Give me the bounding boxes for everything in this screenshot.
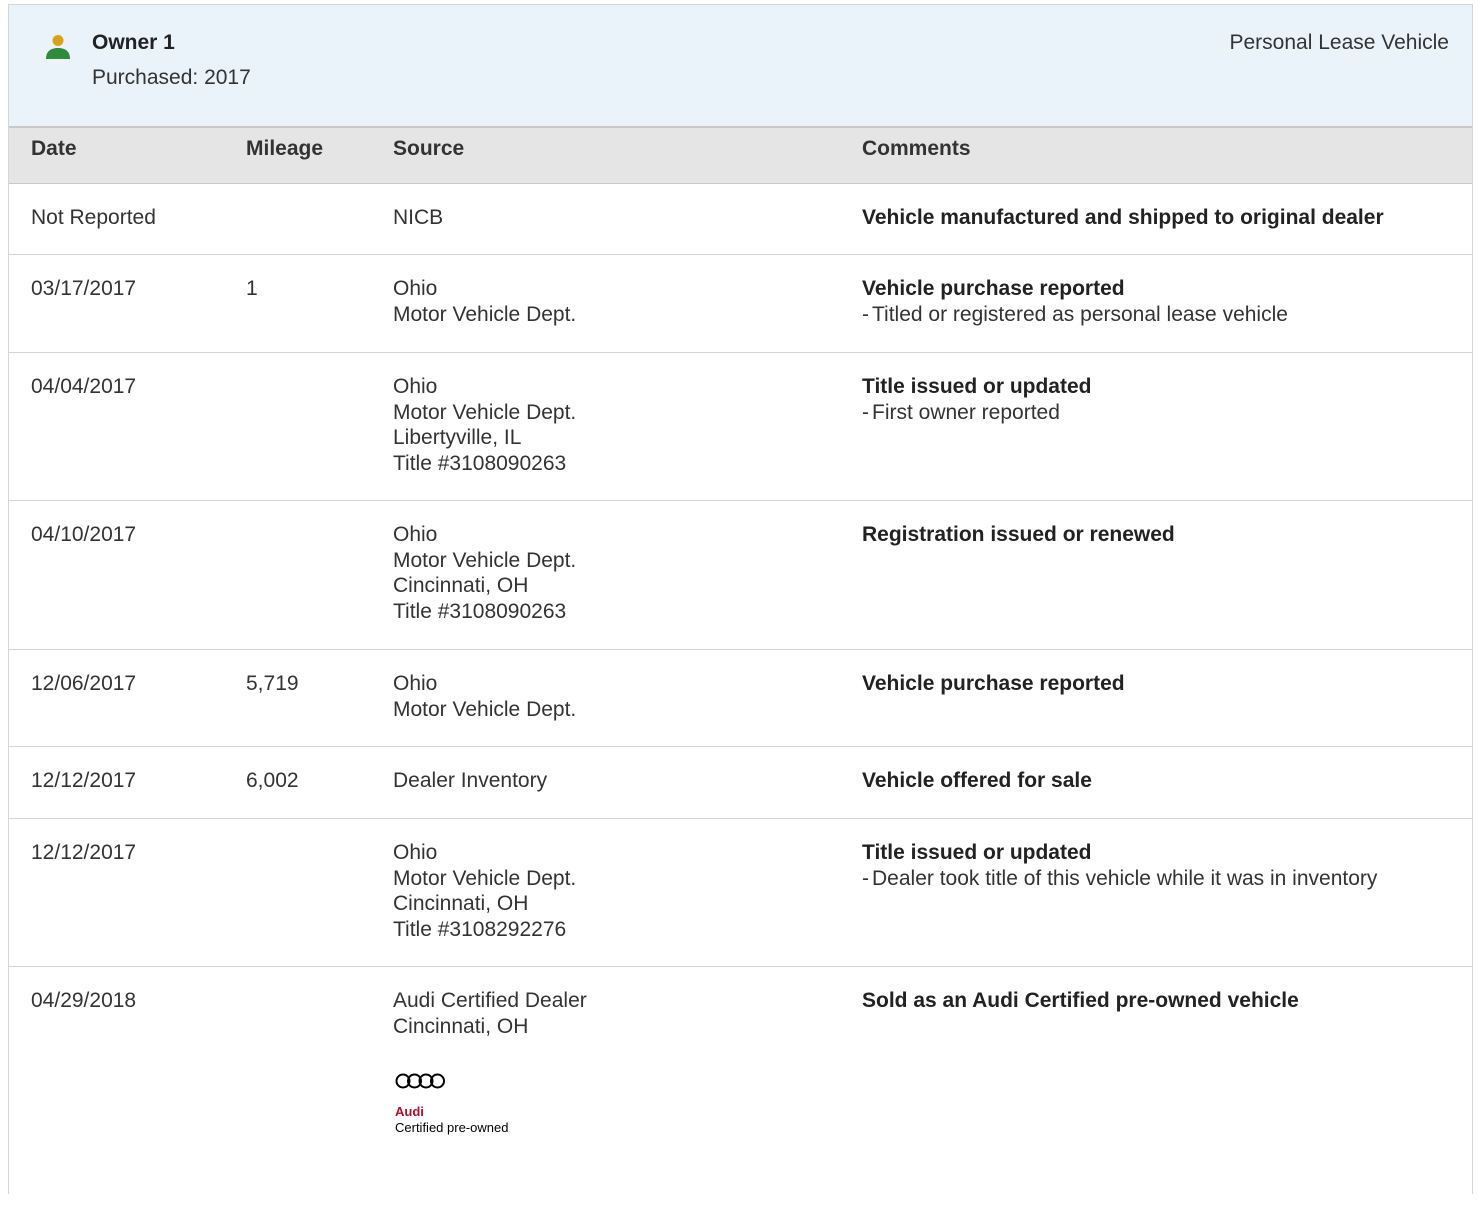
source-line: Motor Vehicle Dept. [393, 400, 577, 424]
source-line: Libertyville, IL [393, 426, 522, 450]
source-line: Cincinnati, OH [393, 1014, 529, 1038]
source-line: Ohio [393, 523, 438, 546]
cell-date: Not Reported [31, 206, 156, 229]
cell-date: 04/29/2018 [31, 989, 137, 1012]
source-line: Motor Vehicle Dept. [393, 697, 577, 721]
cell-comments: Vehicle purchase reportedTitled or regis… [862, 276, 1288, 327]
table-row: 04/10/2017 Ohio Motor Vehicle Dept. Cincinn… [9, 501, 1472, 650]
column-header-source: Source [393, 137, 465, 160]
table-row: 12/12/2017 Ohio Motor Vehicle Dept. Cincinn… [9, 819, 1472, 967]
source-line: Title #3108090263 [393, 599, 567, 623]
source-line: Ohio [393, 841, 438, 864]
comment-title: Vehicle manufactured and shipped to orig… [862, 206, 1384, 229]
comment-detail: First owner reported [862, 400, 1091, 426]
source-line: Title #3108090263 [393, 451, 567, 475]
comment-title: Vehicle purchase reported [862, 277, 1125, 300]
cell-date: 04/10/2017 [31, 523, 137, 546]
cell-mileage: 5,719 [246, 672, 299, 695]
table-row: Not Reported NICB Vehicle manufactured and… [9, 184, 1472, 255]
source-line: Motor Vehicle Dept. [393, 866, 577, 890]
cell-mileage: 1 [246, 277, 258, 300]
badge-label: Certified pre-owned [395, 1120, 509, 1135]
comment-title: Registration issued or renewed [862, 523, 1175, 546]
table-row: 04/04/2017 Ohio Motor Vehicle Dept. Liberty… [9, 353, 1472, 501]
owner-vehicle-type: Personal Lease Vehicle [1229, 31, 1450, 54]
source-line: Motor Vehicle Dept. [393, 302, 577, 326]
column-header-date: Date [31, 137, 77, 160]
cell-source: Ohio Motor Vehicle Dept. Cincinnati, OH Tit… [393, 840, 576, 942]
comment-detail: Dealer took title of this vehicle while … [862, 866, 1377, 892]
source-line: Motor Vehicle Dept. [393, 548, 577, 572]
comment-title: Vehicle offered for sale [862, 769, 1092, 792]
cell-source: Audi Certified Dealer Cincinnati, OH [393, 988, 587, 1039]
audi-certified-badge: Audi Certified pre-owned [395, 1072, 565, 1142]
comment-title: Title issued or updated [862, 375, 1092, 398]
owner-purchased-date: Purchased: 2017 [92, 66, 251, 89]
cell-comments: Vehicle offered for sale [862, 768, 1092, 794]
comment-title: Vehicle purchase reported [862, 672, 1125, 695]
comment-title: Title issued or updated [862, 841, 1092, 864]
source-line: Cincinnati, OH [393, 574, 529, 598]
column-header-mileage: Mileage [246, 137, 324, 160]
cell-source: Ohio Motor Vehicle Dept. Libertyville, IL T… [393, 374, 576, 476]
source-line: Ohio [393, 672, 438, 695]
comment-detail: Titled or registered as personal lease v… [862, 302, 1288, 328]
cell-comments: Sold as an Audi Certified pre-owned vehi… [862, 988, 1299, 1014]
source-line: Title #3108292276 [393, 917, 567, 941]
person-icon [46, 35, 70, 59]
cell-comments: Title issued or updatedDealer took title… [862, 840, 1377, 891]
cell-date: 12/12/2017 [31, 769, 137, 792]
source-line: Cincinnati, OH [393, 892, 529, 916]
cell-source: Dealer Inventory [393, 768, 547, 794]
table-row: 12/12/2017 6,002 Dealer Inventory Vehicle o… [9, 747, 1472, 819]
cell-date: 12/12/2017 [31, 841, 137, 864]
audi-rings-icon [395, 1073, 445, 1089]
cell-date: 03/17/2017 [31, 277, 137, 300]
source-line: NICB [393, 206, 444, 229]
history-table-header: Date Mileage Source Comments [9, 126, 1472, 184]
cell-source: Ohio Motor Vehicle Dept. Cincinnati, OH Tit… [393, 522, 576, 624]
source-line: Audi Certified Dealer [393, 989, 587, 1012]
cell-date: 04/04/2017 [31, 375, 137, 398]
table-row: 04/29/2018 Audi Certified Dealer Cincinnat… [9, 967, 1472, 1207]
cell-comments: Registration issued or renewed [862, 522, 1175, 548]
owner-history-card: Owner 1 Purchased: 2017 Personal Lease V… [8, 4, 1473, 1194]
cell-source: NICB [393, 205, 443, 231]
cell-comments: Vehicle purchase reported [862, 671, 1125, 697]
cell-source: Ohio Motor Vehicle Dept. [393, 671, 576, 722]
table-row: 12/06/2017 5,719 Ohio Motor Vehicle Dept. Ve… [9, 650, 1472, 747]
cell-source: Ohio Motor Vehicle Dept. [393, 276, 576, 327]
cell-comments: Vehicle manufactured and shipped to orig… [862, 205, 1384, 231]
source-line: Dealer Inventory [393, 769, 548, 792]
source-line: Ohio [393, 375, 438, 398]
cell-mileage: 6,002 [246, 769, 299, 792]
table-row: 03/17/2017 1 Ohio Motor Vehicle Dept. Vehicl… [9, 255, 1472, 353]
owner-header: Owner 1 Purchased: 2017 Personal Lease V… [9, 5, 1472, 126]
owner-title: Owner 1 [92, 31, 175, 54]
column-header-comments: Comments [862, 137, 971, 160]
cell-date: 12/06/2017 [31, 672, 137, 695]
cell-comments: Title issued or updatedFirst owner repor… [862, 374, 1091, 425]
badge-brand: Audi [395, 1104, 424, 1119]
comment-title: Sold as an Audi Certified pre-owned vehi… [862, 989, 1299, 1012]
source-line: Ohio [393, 277, 438, 300]
